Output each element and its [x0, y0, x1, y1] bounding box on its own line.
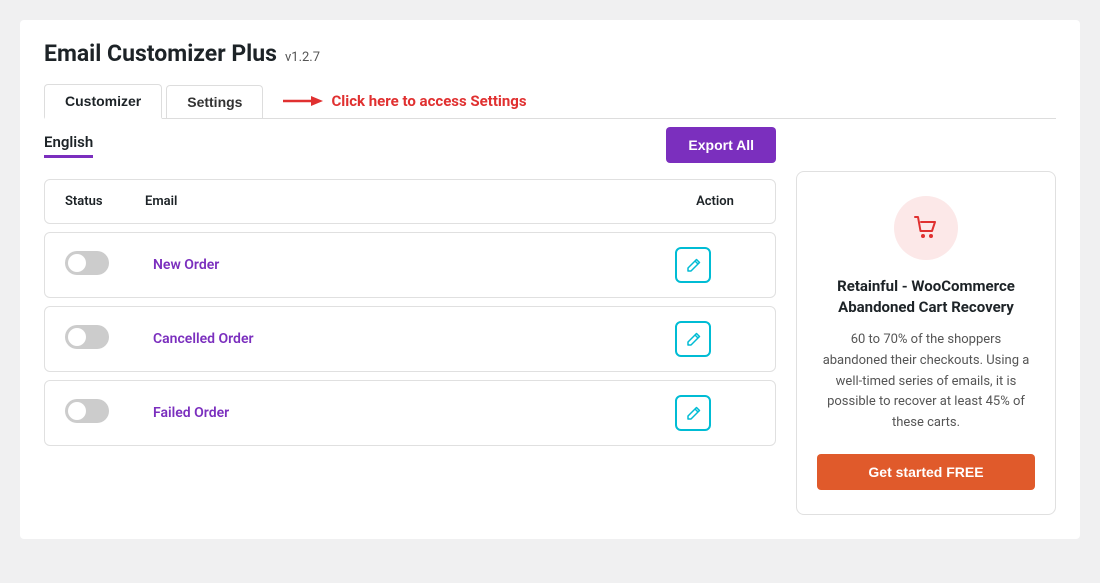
promo-icon	[894, 196, 958, 260]
col-header-email: Email	[145, 194, 675, 209]
row-cancelled-order: Cancelled Order	[44, 306, 776, 372]
toggle-wrapper-new-order	[65, 251, 145, 279]
action-col-cancelled-order	[675, 321, 755, 357]
email-name-new-order: New Order	[145, 257, 675, 273]
arrow-icon	[283, 92, 323, 110]
left-panel: English Export All Status Email Action N…	[44, 119, 776, 515]
col-header-action: Action	[675, 194, 755, 209]
action-col-failed-order	[675, 395, 755, 431]
settings-hint-text: Click here to access Settings	[331, 92, 526, 110]
promo-card: Retainful - WooCommerce Abandoned Cart R…	[796, 171, 1056, 515]
tab-customizer[interactable]: Customizer	[44, 84, 162, 119]
toggle-wrapper-cancelled-order	[65, 325, 145, 353]
main-layout: English Export All Status Email Action N…	[44, 119, 1056, 515]
email-name-cancelled-order: Cancelled Order	[145, 331, 675, 347]
tabs-bar: Customizer Settings Click here to access…	[44, 83, 1056, 119]
edit-button-cancelled-order[interactable]	[675, 321, 711, 357]
top-row: English Export All	[44, 119, 776, 179]
toggle-slider-new-order	[65, 251, 109, 275]
edit-button-new-order[interactable]	[675, 247, 711, 283]
toggle-failed-order[interactable]	[65, 399, 109, 423]
toggle-cancelled-order[interactable]	[65, 325, 109, 349]
toggle-wrapper-failed-order	[65, 399, 145, 427]
row-new-order: New Order	[44, 232, 776, 298]
row-failed-order: Failed Order	[44, 380, 776, 446]
promo-cta-button[interactable]: Get started FREE	[817, 454, 1035, 490]
language-label: English	[44, 133, 93, 155]
page-version: v1.2.7	[285, 50, 320, 65]
col-header-status: Status	[65, 194, 145, 209]
toggle-slider-failed-order	[65, 399, 109, 423]
edit-button-failed-order[interactable]	[675, 395, 711, 431]
settings-hint: Click here to access Settings	[283, 92, 526, 110]
promo-title: Retainful - WooCommerce Abandoned Cart R…	[817, 276, 1035, 318]
page-wrapper: Email Customizer Plus v1.2.7 Customizer …	[20, 20, 1080, 539]
toggle-new-order[interactable]	[65, 251, 109, 275]
promo-description: 60 to 70% of the shoppers abandoned thei…	[817, 330, 1035, 434]
email-name-failed-order: Failed Order	[145, 405, 675, 421]
export-all-button[interactable]: Export All	[666, 127, 776, 163]
toggle-slider-cancelled-order	[65, 325, 109, 349]
page-header: Email Customizer Plus v1.2.7	[44, 40, 1056, 67]
right-panel: Retainful - WooCommerce Abandoned Cart R…	[796, 119, 1056, 515]
table-header: Status Email Action	[44, 179, 776, 224]
language-tab[interactable]: English	[44, 132, 93, 158]
tab-settings[interactable]: Settings	[166, 85, 263, 118]
action-col-new-order	[675, 247, 755, 283]
page-title: Email Customizer Plus	[44, 40, 277, 67]
